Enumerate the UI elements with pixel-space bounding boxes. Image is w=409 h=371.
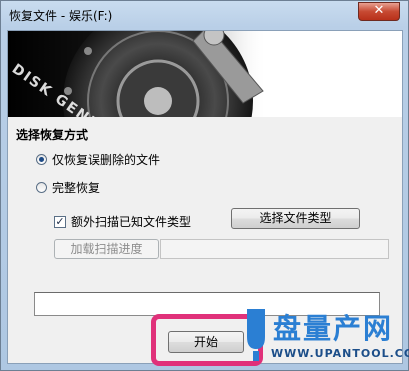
disk-genius-banner: DISK GENIUS xyxy=(8,31,402,117)
scan-progress-path-field[interactable] xyxy=(160,239,389,259)
radio-undelete[interactable] xyxy=(36,154,47,165)
radio-full-recovery[interactable] xyxy=(36,182,47,193)
recovery-mode-heading: 选择恢复方式 xyxy=(16,128,89,142)
window-title: 恢复文件 - 娱乐(F:) xyxy=(9,9,113,23)
title-bar[interactable]: 恢复文件 - 娱乐(F:) ✕ xyxy=(1,1,408,29)
option-undelete[interactable]: 仅恢复误删除的文件 xyxy=(36,151,160,168)
watermark-url: WWW.UPANTOOL.COM xyxy=(271,347,409,360)
option-full-recovery-label: 完整恢复 xyxy=(52,181,101,195)
option-undelete-label: 仅恢复误删除的文件 xyxy=(52,153,161,167)
load-scan-progress-button[interactable]: 加载扫描进度 xyxy=(54,239,159,259)
watermark-title: 盘量产网 xyxy=(273,312,394,345)
scan-known-types-label: 额外扫描已知文件类型 xyxy=(71,215,192,229)
recover-files-dialog: 恢复文件 - 娱乐(F:) ✕ DISK 选择恢复方式 仅恢复误删除的文件 完整… xyxy=(0,0,409,371)
close-button[interactable]: ✕ xyxy=(358,2,400,21)
select-file-types-button[interactable]: 选择文件类型 xyxy=(231,208,360,229)
close-icon: ✕ xyxy=(373,3,385,18)
usb-logo-icon xyxy=(247,309,265,361)
checkmark-icon[interactable]: ✓ xyxy=(54,215,66,228)
upantool-watermark: 盘量产网 WWW.UPANTOOL.COM xyxy=(237,301,409,371)
scan-known-types-checkbox-row[interactable]: ✓ 额外扫描已知文件类型 xyxy=(54,213,191,230)
option-full-recovery[interactable]: 完整恢复 xyxy=(36,179,100,196)
